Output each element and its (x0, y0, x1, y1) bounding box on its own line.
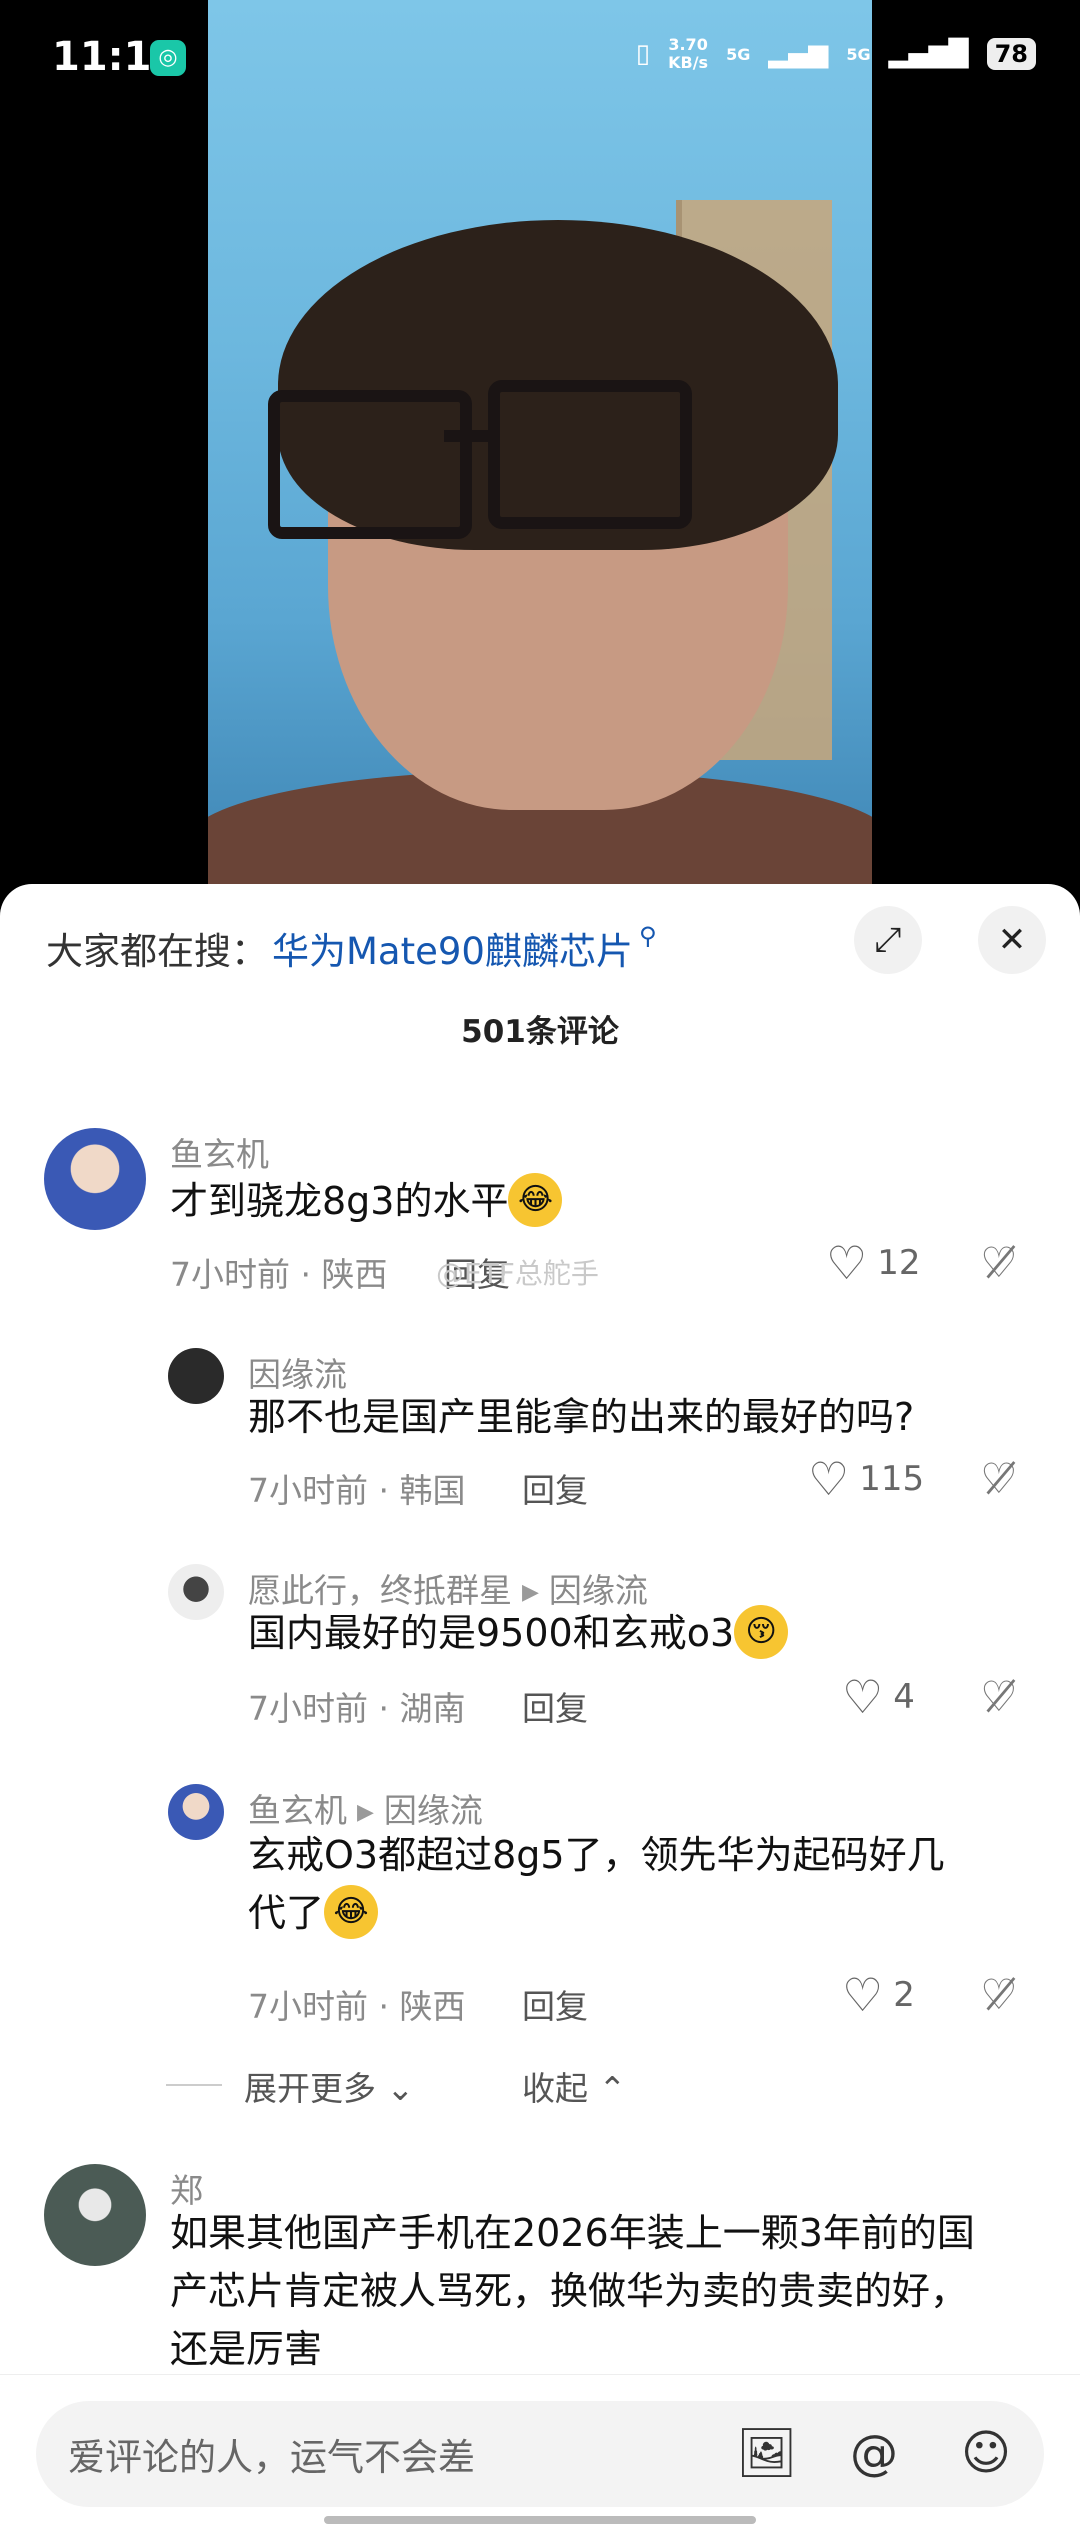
heart-icon: ♡ (808, 1452, 850, 1506)
comment-time: 7小时前 · 韩国 (248, 1471, 466, 1510)
reply-author[interactable]: 鱼玄机 (248, 1791, 347, 1830)
heart-icon: ♡ (842, 1670, 884, 1724)
signal-1-label: 5G (726, 44, 751, 64)
chevron-down-icon: ⌄ (386, 2069, 415, 2108)
comment-text: 玄戒O3都超过8g5了，领先华为起码好几 代了 😂 (248, 1826, 1028, 1943)
glasses-left-lens (268, 390, 472, 539)
comment-author[interactable]: 鱼玄机 (170, 1128, 269, 1176)
comment-text-line: 产芯片肯定被人骂死，换做华为卖的贵卖的好， (170, 2269, 969, 2313)
comment-author: 鱼玄机 ▶ 因缘流 (248, 1784, 483, 1832)
like-button[interactable]: ♡ 4 (842, 1674, 915, 1720)
dislike-icon[interactable]: ♡̸ (980, 1454, 1018, 1503)
comment-text: 才到骁龙8g3的水平 😂 (170, 1172, 563, 1231)
video-frame (208, 0, 872, 884)
trending-search-label: 大家都在搜： (46, 930, 268, 973)
dislike-icon[interactable]: ♡̸ (980, 1970, 1018, 2019)
glasses-bridge (444, 430, 500, 442)
search-icon: ⚲ (638, 922, 657, 950)
reply-target[interactable]: 因缘流 (384, 1791, 483, 1830)
reply-arrow-icon: ▶ (522, 1580, 539, 1605)
comment-text: 国内最好的是9500和玄戒o3 😚 (248, 1604, 789, 1663)
comment-text-line: 代了 (248, 1891, 325, 1935)
emoji-icon[interactable]: ☺ (956, 2423, 1016, 2483)
comment-item: 鱼玄机 才到骁龙8g3的水平 😂 7小时前 · 陕西 回复 @ETF总舵手 ♡ 1… (0, 1128, 1080, 1308)
expand-icon: ⤢ (874, 920, 902, 960)
like-count: 2 (893, 1975, 915, 2015)
trending-search[interactable]: 大家都在搜： 华为Mate90麒麟芯片 ⚲ (46, 918, 657, 978)
like-count: 12 (877, 1243, 921, 1283)
comment-meta: 7小时前 · 韩国 回复 (248, 1464, 588, 1512)
status-bar: 11:15 ◎ ▯ 3.70 KB/s 5G ▂▄▆ 5G ▂▄▆█ 78 (0, 0, 1080, 110)
avatar[interactable] (44, 2164, 146, 2266)
like-count: 115 (859, 1459, 925, 1499)
net-speed: 3.70 KB/s (668, 36, 708, 72)
like-button[interactable]: ♡ 12 (826, 1240, 921, 1286)
dislike-icon[interactable]: ♡̸ (980, 1238, 1018, 1287)
app-notification-icon: ◎ (150, 40, 186, 76)
collapse-label: 收起 (522, 2069, 588, 2108)
reply-item: 鱼玄机 ▶ 因缘流 玄戒O3都超过8g5了，领先华为起码好几 代了 😂 7小时前 · … (0, 1784, 1080, 2034)
divider (166, 2084, 222, 2086)
signal-2-label: 5G (846, 44, 871, 64)
image-icon[interactable]: 🖼 (736, 2423, 797, 2483)
vibrate-icon: ▯ (635, 39, 651, 69)
avatar[interactable] (168, 1564, 224, 1620)
battery-indicator: 78 (986, 38, 1036, 70)
comment-meta: 7小时前 · 陕西 回复 (248, 1980, 588, 2028)
comment-meta: 7小时前 · 湖南 回复 (248, 1682, 588, 1730)
signal-2-icon: ▂▄▆█ (888, 39, 969, 69)
home-indicator[interactable] (324, 2516, 756, 2524)
collapse-button[interactable]: 收起 ⌃ (522, 2062, 626, 2110)
comment-text: 那不也是国产里能拿的出来的最好的吗? (248, 1395, 915, 1439)
avatar[interactable] (44, 1128, 146, 1230)
reply-item: 因缘流 那不也是国产里能拿的出来的最好的吗? 7小时前 · 韩国 回复 ♡ 11… (0, 1348, 1080, 1528)
like-button[interactable]: ♡ 115 (808, 1456, 924, 1502)
comment-text-content: 国内最好的是9500和玄戒o3 (248, 1611, 735, 1655)
laugh-cry-emoji-icon: 😂 (508, 1172, 563, 1227)
signal-1-icon: ▂▄▆ (768, 39, 829, 69)
comment-time: 7小时前 · 陕西 (248, 1987, 466, 2026)
avatar[interactable] (168, 1784, 224, 1840)
comment-text-line: 还是厉害 (170, 2327, 323, 2371)
shy-emoji-icon: 😚 (734, 1604, 789, 1659)
mention-icon[interactable]: @ (844, 2423, 904, 2483)
status-icons: ▯ 3.70 KB/s 5G ▂▄▆ 5G ▂▄▆█ 78 (636, 36, 1036, 72)
comment-text-line: 玄戒O3都超过8g5了，领先华为起码好几 (248, 1833, 945, 1877)
reply-item: 愿此行，终抵群星 ▶ 因缘流 国内最好的是9500和玄戒o3 😚 7小时前 · 湖南 … (0, 1564, 1080, 1744)
expand-button[interactable]: ⤢ (854, 906, 922, 974)
reply-button[interactable]: 回复 (522, 1471, 588, 1510)
expand-more-button[interactable]: 展开更多 ⌄ (244, 2062, 414, 2110)
laugh-cry-emoji-icon: 😂 (324, 1884, 379, 1939)
heart-icon: ♡ (826, 1236, 868, 1290)
expand-more-label: 展开更多 (244, 2069, 376, 2108)
like-count: 4 (893, 1677, 915, 1717)
like-button[interactable]: ♡ 2 (842, 1972, 915, 2018)
net-speed-unit: KB/s (668, 53, 709, 72)
comment-input-bar: 爱评论的人，运气不会差 🖼 @ ☺ (0, 2374, 1080, 2532)
dislike-icon[interactable]: ♡̸ (980, 1672, 1018, 1721)
glasses-right-lens (488, 380, 692, 529)
trending-search-term[interactable]: 华为Mate90麒麟芯片 (272, 921, 633, 975)
comments-sheet: 大家都在搜： 华为Mate90麒麟芯片 ⚲ ⤢ ✕ 501条评论 鱼玄机 才到骁… (0, 884, 1080, 2532)
comment-count: 501条评论 (461, 1014, 619, 1050)
video-player[interactable] (0, 0, 1080, 884)
comment-text-content: 才到骁龙8g3的水平 (170, 1179, 509, 1223)
reply-button[interactable]: 回复 (522, 1689, 588, 1728)
comment-text-line: 如果其他国产手机在2026年装上一颗3年前的国 (170, 2211, 975, 2255)
comment-time: 7小时前 · 陕西 (170, 1255, 388, 1294)
watermark: @ETF总舵手 (436, 1257, 599, 1290)
net-speed-value: 3.70 (668, 35, 708, 54)
close-icon: ✕ (997, 920, 1027, 960)
comment-item: 郑 如果其他国产手机在2026年装上一颗3年前的国 产芯片肯定被人骂死，换做华为… (0, 2164, 1080, 2384)
avatar[interactable] (168, 1348, 224, 1404)
chevron-up-icon: ⌃ (598, 2069, 627, 2108)
comment-time: 7小时前 · 湖南 (248, 1689, 466, 1728)
comment-input[interactable]: 爱评论的人，运气不会差 🖼 @ ☺ (36, 2401, 1044, 2507)
close-button[interactable]: ✕ (978, 906, 1046, 974)
heart-icon: ♡ (842, 1968, 884, 2022)
reply-button[interactable]: 回复 (522, 1987, 588, 2026)
comment-input-placeholder: 爱评论的人，运气不会差 (68, 2436, 475, 2479)
reply-arrow-icon: ▶ (357, 1800, 374, 1825)
comment-text: 如果其他国产手机在2026年装上一颗3年前的国 产芯片肯定被人骂死，换做华为卖的… (170, 2204, 1060, 2378)
